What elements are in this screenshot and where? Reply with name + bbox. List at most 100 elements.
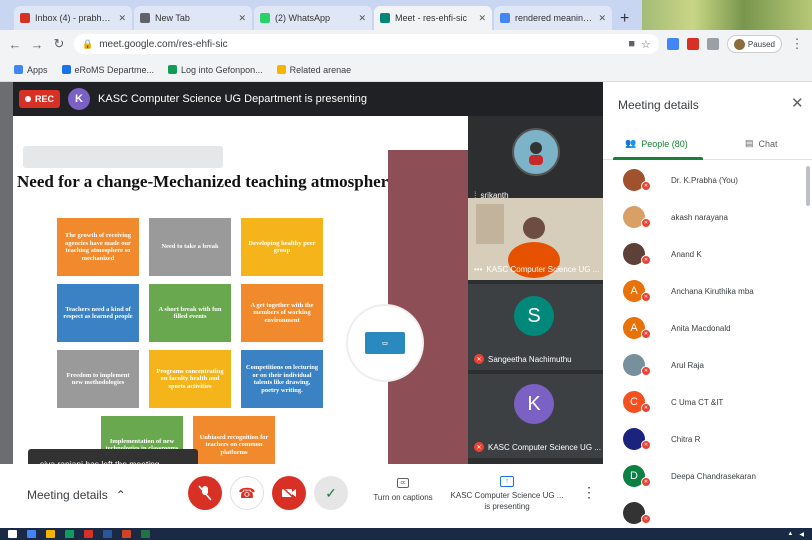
taskbar-app-icon[interactable] [103, 530, 112, 538]
more-options-icon[interactable]: ⋮ [582, 484, 596, 501]
bookmark-item[interactable]: Log into Gefonpon... [168, 65, 263, 75]
windows-start-icon[interactable] [8, 530, 17, 538]
participant-row[interactable]: ✕ Arul Raja [603, 349, 812, 381]
participant-row[interactable]: A ✕ Anchana Kiruthika mba [603, 275, 812, 307]
profile-status: Paused [747, 39, 775, 49]
record-dot-icon [25, 96, 31, 102]
lock-icon: 🔒 [82, 38, 94, 49]
participant-name: akash narayana [671, 212, 728, 222]
slide-box: A short break with fun filled events [149, 284, 231, 342]
presenting-name: KASC Computer Science UG ... [450, 491, 564, 500]
volume-icon[interactable]: ◀ [799, 531, 804, 538]
participant-row[interactable]: ✕ Dr. K.Prabha (You) [603, 164, 812, 196]
participant-row[interactable]: D ✕ Deepa Chandrasekaran [603, 460, 812, 492]
close-tab-icon[interactable]: ✕ [598, 13, 606, 24]
bookmark-item[interactable]: eRoMS Departme... [61, 65, 154, 75]
microphone-toggle-button[interactable] [188, 476, 222, 510]
address-bar[interactable]: 🔒 meet.google.com/res-ehfi-sic ■ ☆ [74, 34, 659, 54]
rec-label: REC [35, 94, 55, 104]
profile-button[interactable]: Paused [726, 35, 782, 53]
scrollbar[interactable] [806, 166, 810, 206]
bookmark-item[interactable]: Related arenae [276, 64, 352, 75]
raise-hand-button[interactable]: ✓ [314, 476, 348, 510]
extension-icon[interactable] [666, 38, 679, 50]
browser-tab[interactable]: Inbox (4) - prabhaemp@KASC@g ✕ [14, 6, 132, 30]
avatar [733, 38, 745, 50]
participant-row[interactable]: ✕ Anand K [603, 238, 812, 270]
avatar: S [514, 296, 554, 336]
favicon-icon [500, 13, 510, 23]
participant-name: Anchana Kiruthika mba [671, 286, 754, 296]
participant-name: ✕ Sangeetha Nachimuthu [474, 354, 572, 364]
participant-row[interactable]: ✕ [603, 497, 812, 528]
presentation-icon: ▭ [365, 332, 405, 354]
browser-tab[interactable]: (2) WhatsApp ✕ [254, 6, 372, 30]
taskbar-app-icon[interactable] [65, 530, 74, 538]
mic-off-icon: ✕ [641, 403, 651, 413]
bookmark-icon [276, 65, 286, 74]
close-tab-icon[interactable]: ✕ [358, 13, 366, 24]
url-text: meet.google.com/res-ehfi-sic [99, 38, 228, 50]
tab-chat[interactable]: ▤ Chat [745, 138, 778, 149]
close-tab-icon[interactable]: ✕ [478, 13, 486, 24]
participant-name: Chitra R [671, 434, 701, 444]
windows-taskbar: ▲ ◀ [0, 528, 812, 540]
kebab-menu-icon[interactable]: ⋮ [790, 36, 804, 52]
tab-title: Meet - res-ehfi-sic [395, 13, 468, 23]
presenting-status[interactable]: ↑ KASC Computer Science UG ... is presen… [448, 476, 566, 512]
slide-box: Programs concentrating on faculty health… [149, 350, 231, 408]
participant-row[interactable]: A ✕ Anita Macdonald [603, 312, 812, 344]
camera-icon[interactable]: ■ [628, 38, 635, 50]
taskbar-app-icon[interactable] [46, 530, 55, 538]
close-icon[interactable]: ✕ [791, 94, 804, 112]
presenting-text: KASC Computer Science UG Department is p… [98, 93, 368, 105]
close-tab-icon[interactable]: ✕ [118, 13, 126, 24]
tab-people[interactable]: 👥 People (80) [625, 138, 688, 149]
bookmark-label: Log into Gefonpon... [181, 64, 263, 75]
slide-box: Freedom to implement new methodologies [57, 350, 139, 408]
participant-row[interactable]: ✕ Chitra R [603, 423, 812, 455]
reload-icon[interactable]: ↻ [52, 36, 66, 52]
extension-icon[interactable] [686, 38, 699, 50]
present-screen-icon: ↑ [500, 476, 514, 487]
meeting-details-button[interactable]: Meeting details ⌃ [27, 488, 126, 502]
participant-tile[interactable]: S ✕ Sangeetha Nachimuthu [468, 284, 603, 370]
participant-row[interactable]: C ✕ C Uma CT &IT [603, 386, 812, 418]
taskbar-app-icon[interactable] [122, 530, 131, 538]
chevron-up-icon: ⌃ [115, 488, 126, 502]
bookmark-label: Related arenae [289, 64, 352, 75]
browser-tab[interactable]: New Tab ✕ [134, 6, 252, 30]
taskbar-app-icon[interactable] [84, 530, 93, 538]
favicon-icon [140, 13, 150, 23]
taskbar-app-icon[interactable] [27, 530, 36, 538]
bookmark-item[interactable]: Apps [14, 65, 48, 75]
tab-chat-label: Chat [758, 138, 778, 149]
mic-off-icon [198, 485, 212, 501]
notification-toast: siva ranjani has left the meeting [28, 449, 198, 464]
participant-tile[interactable]: ••• KASC Computer Science UG ... [468, 198, 603, 280]
taskbar-app-icon[interactable] [141, 530, 150, 538]
close-tab-icon[interactable]: ✕ [238, 13, 246, 24]
browser-tab[interactable]: rendered meaning - Google Se ✕ [494, 6, 612, 30]
panel-title: Meeting details [618, 98, 699, 112]
forward-icon[interactable]: → [30, 37, 44, 52]
tab-title: New Tab [155, 13, 190, 23]
participant-tile[interactable]: ⁞ srikanth [468, 116, 603, 206]
participant-row[interactable]: ✕ akash narayana [603, 201, 812, 233]
participant-name: Anand K [671, 249, 702, 259]
new-tab-icon[interactable]: + [614, 8, 635, 30]
bookmark-icon [14, 65, 23, 74]
slide-box: The growth of receiving agencies have ma… [57, 218, 139, 276]
extension-icon[interactable] [706, 38, 719, 50]
camera-toggle-button[interactable] [272, 476, 306, 510]
participant-tile[interactable]: K ✕ KASC Computer Science UG ... [468, 374, 603, 458]
network-icon[interactable]: ▲ [787, 531, 793, 538]
window-edge [0, 82, 13, 528]
back-icon[interactable]: ← [8, 37, 22, 52]
participant-name: C Uma CT &IT [671, 397, 724, 407]
bookmark-star-icon[interactable]: ☆ [641, 38, 651, 51]
captions-button[interactable]: cc Turn on captions [370, 478, 436, 502]
presenting-label: is presenting [484, 502, 530, 511]
leave-call-button[interactable]: ☎ [230, 476, 264, 510]
browser-tab[interactable]: Meet - res-ehfi-sic ✕ [374, 6, 492, 30]
